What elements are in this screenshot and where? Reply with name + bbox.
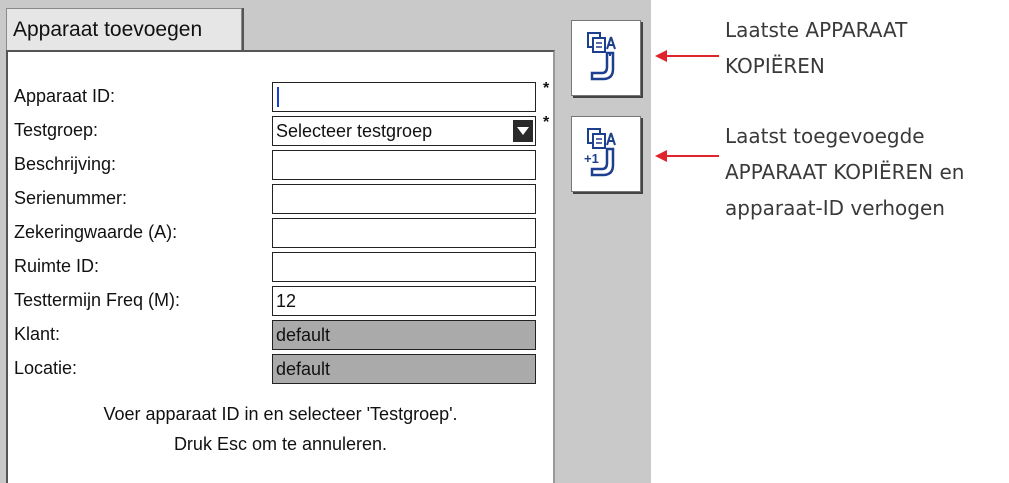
- annotation-copy-increment-line-2: APPARAAT KOPIËREN en: [725, 160, 965, 184]
- add-device-form: Apparaat ID: * Testgroep: Selecteer test…: [6, 50, 555, 483]
- device-id-input[interactable]: [272, 82, 536, 112]
- annotation-copy-last-line-1: Laatste APPARAAT: [725, 18, 908, 42]
- annotation-copy-increment-line-3: apparaat-ID verhogen: [725, 196, 945, 220]
- client-field: default: [272, 320, 536, 350]
- copy-device-icon: [587, 32, 616, 81]
- device-id-label: Apparaat ID:: [14, 86, 116, 106]
- location-field: default: [272, 354, 536, 384]
- annotation-copy-last-line-2: KOPIËREN: [725, 54, 825, 78]
- fuse-rating-label: Zekeringwaarde (A):: [14, 222, 178, 242]
- form-row-room-id: Ruimte ID:: [8, 252, 553, 286]
- annotation-copy-increment: Laatst toegevoegde APPARAAT KOPIËREN en …: [725, 118, 964, 226]
- serial-number-label: Serienummer:: [14, 188, 128, 208]
- form-row-client: Klant: default: [8, 320, 553, 354]
- description-label: Beschrijving:: [14, 154, 117, 174]
- annotation-arrow-2: [655, 150, 719, 162]
- required-marker: *: [543, 114, 550, 131]
- form-row-description: Beschrijving:: [8, 150, 553, 184]
- room-id-input[interactable]: [272, 252, 536, 282]
- annotation-arrow-1: [655, 50, 719, 62]
- form-row-location: Locatie: default: [8, 354, 553, 388]
- annotation-copy-last: Laatste APPARAAT KOPIËREN: [725, 12, 907, 84]
- test-group-label: Testgroep:: [14, 120, 99, 140]
- form-row-test-group: Testgroep: Selecteer testgroep *: [8, 114, 553, 150]
- copy-increment-device-button[interactable]: +1: [571, 116, 641, 192]
- serial-number-input[interactable]: [272, 184, 536, 214]
- annotation-copy-increment-line-1: Laatst toegevoegde: [725, 124, 925, 148]
- chevron-down-icon[interactable]: [513, 120, 533, 142]
- client-label: Klant:: [14, 324, 61, 344]
- fuse-rating-input[interactable]: [272, 218, 536, 248]
- increment-badge: +1: [584, 151, 599, 166]
- test-group-value: Selecteer testgroep: [276, 121, 433, 141]
- hint-line-1: Voer apparaat ID in en selecteer 'Testgr…: [103, 404, 458, 424]
- location-label: Locatie:: [14, 358, 78, 378]
- form-row-fuse-rating: Zekeringwaarde (A):: [8, 218, 553, 252]
- copy-last-device-button[interactable]: [571, 20, 641, 96]
- device-screen: Apparaat toevoegen Apparaat ID: * Testgr…: [0, 0, 651, 483]
- copy-device-increment-icon: +1: [584, 128, 616, 177]
- description-input[interactable]: [272, 150, 536, 180]
- required-marker: *: [543, 80, 550, 97]
- room-id-label: Ruimte ID:: [14, 256, 100, 276]
- form-row-device-id: Apparaat ID: *: [8, 80, 553, 116]
- form-row-serial-number: Serienummer:: [8, 184, 553, 218]
- form-row-test-frequency: Testtermijn Freq (M): 12: [8, 286, 553, 320]
- test-group-select[interactable]: Selecteer testgroep: [272, 116, 536, 146]
- test-frequency-input[interactable]: 12: [272, 286, 536, 316]
- tab-add-device[interactable]: Apparaat toevoegen: [6, 8, 242, 50]
- text-cursor: [277, 87, 279, 107]
- hint-line-2: Druk Esc om te annuleren.: [173, 434, 388, 454]
- test-frequency-label: Testtermijn Freq (M):: [14, 290, 181, 310]
